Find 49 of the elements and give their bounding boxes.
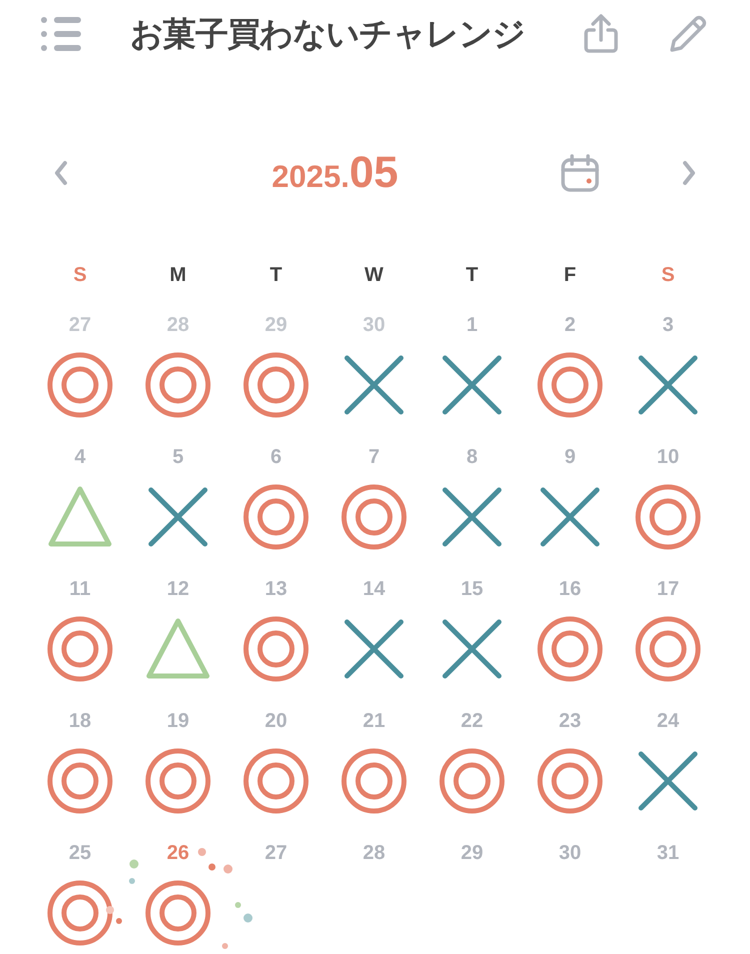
day-number[interactable]: 17 xyxy=(656,574,680,604)
day-number[interactable]: 27 xyxy=(68,310,92,340)
day-number[interactable]: 13 xyxy=(264,574,288,604)
day-number[interactable]: 27 xyxy=(264,838,288,868)
day-number[interactable]: 14 xyxy=(362,574,386,604)
day-number[interactable]: 7 xyxy=(368,442,380,472)
day-number[interactable]: 10 xyxy=(656,442,680,472)
day-number[interactable]: 19 xyxy=(166,706,190,736)
day-number[interactable]: 26 xyxy=(166,838,190,868)
day-number[interactable]: 28 xyxy=(166,310,190,340)
day-number[interactable]: 16 xyxy=(558,574,582,604)
day-number[interactable]: 9 xyxy=(564,442,576,472)
day-number[interactable]: 3 xyxy=(662,310,674,340)
day-number[interactable]: 2 xyxy=(564,310,576,340)
day-number[interactable]: 25 xyxy=(68,838,92,868)
weekday-label: M xyxy=(170,263,186,288)
day-number[interactable]: 30 xyxy=(558,838,582,868)
day-number[interactable]: 15 xyxy=(460,574,484,604)
day-number[interactable]: 18 xyxy=(68,706,92,736)
day-number[interactable]: 12 xyxy=(166,574,190,604)
day-number[interactable]: 8 xyxy=(466,442,478,472)
day-number[interactable]: 5 xyxy=(172,442,184,472)
day-number[interactable]: 6 xyxy=(270,442,282,472)
day-number[interactable]: 1 xyxy=(466,310,478,340)
day-number[interactable]: 4 xyxy=(74,442,86,472)
day-number[interactable]: 11 xyxy=(69,574,91,604)
weekday-label: W xyxy=(364,263,384,288)
chevron-right-icon xyxy=(682,160,696,186)
weekday-label: T xyxy=(270,263,282,288)
day-number[interactable]: 31 xyxy=(656,838,680,868)
day-number[interactable]: 22 xyxy=(460,706,484,736)
weekday-label: S xyxy=(73,263,87,288)
month-year: 2025. xyxy=(272,158,350,196)
weekday-label: F xyxy=(564,263,576,288)
day-number[interactable]: 23 xyxy=(558,706,582,736)
menu-icon[interactable] xyxy=(40,15,82,53)
day-number[interactable]: 24 xyxy=(656,706,680,736)
weekday-label: T xyxy=(466,263,478,288)
chevron-left-icon xyxy=(54,160,68,186)
day-number[interactable]: 28 xyxy=(362,838,386,868)
weekday-label: S xyxy=(661,263,675,288)
day-number[interactable]: 29 xyxy=(264,310,288,340)
calendar-icon[interactable] xyxy=(560,153,600,193)
day-number[interactable]: 30 xyxy=(362,310,386,340)
day-number[interactable]: 29 xyxy=(460,838,484,868)
month-number: 05 xyxy=(349,147,398,199)
day-number[interactable]: 21 xyxy=(362,706,386,736)
app-title: お菓子買わないチャレンジ xyxy=(130,14,526,54)
day-number[interactable]: 20 xyxy=(264,706,288,736)
